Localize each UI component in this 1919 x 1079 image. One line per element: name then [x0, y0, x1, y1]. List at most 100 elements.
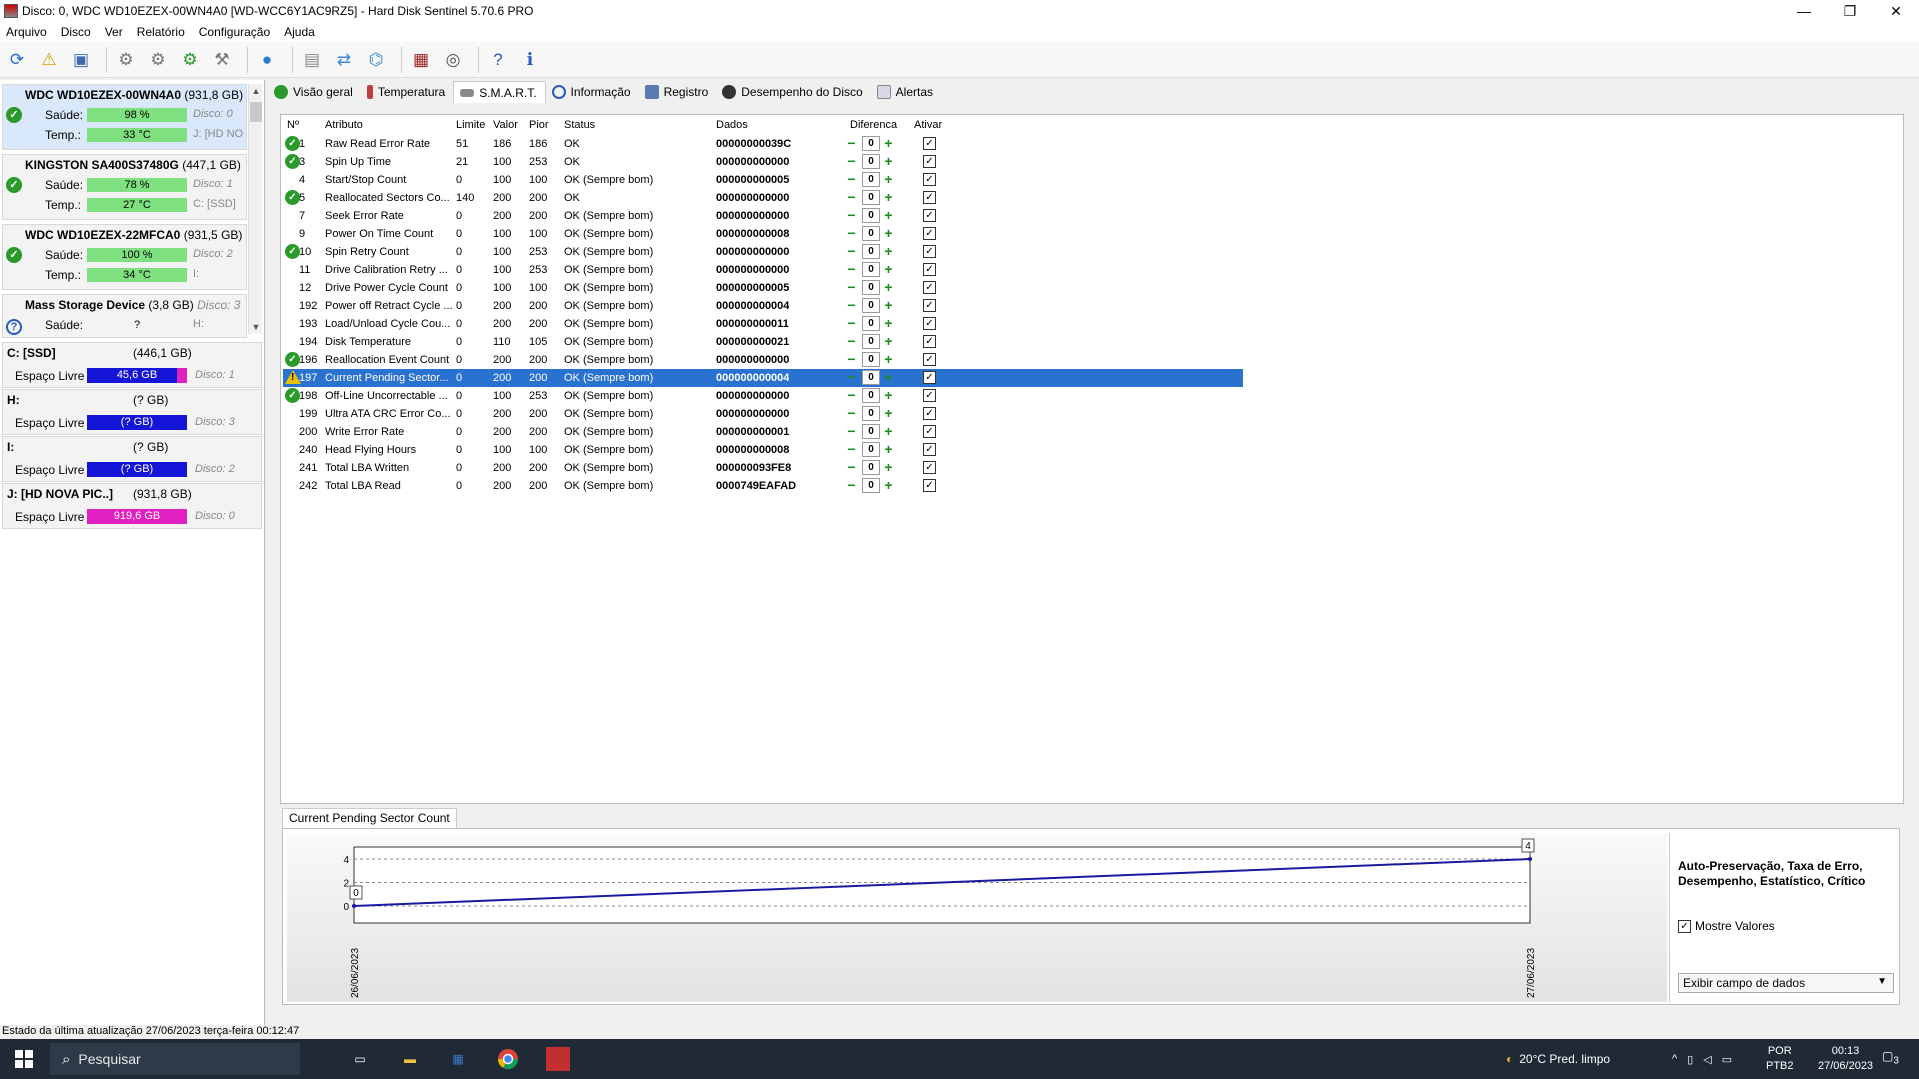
- plus-icon[interactable]: +: [882, 154, 895, 168]
- diff-input[interactable]: 0: [862, 460, 880, 475]
- plus-icon[interactable]: +: [882, 406, 895, 420]
- network-icon[interactable]: ▭: [1722, 1053, 1732, 1066]
- info-icon[interactable]: ℹ: [517, 47, 543, 73]
- network-icon[interactable]: ⌬: [363, 47, 389, 73]
- enable-checkbox[interactable]: ✓: [923, 299, 936, 312]
- menu-relatorio[interactable]: Relatório: [131, 25, 193, 39]
- language-indicator[interactable]: POR PTB2: [1766, 1044, 1794, 1074]
- data-field-select[interactable]: Exibir campo de dados ▼: [1678, 973, 1894, 993]
- plus-icon[interactable]: +: [882, 244, 895, 258]
- diff-input[interactable]: 0: [862, 316, 880, 331]
- chrome-icon[interactable]: [496, 1047, 520, 1071]
- scroll-down-icon[interactable]: ▼: [249, 320, 263, 334]
- enable-checkbox[interactable]: ✓: [923, 335, 936, 348]
- report-icon[interactable]: ▣: [68, 47, 94, 73]
- diff-input[interactable]: 0: [862, 262, 880, 277]
- plus-icon[interactable]: +: [882, 172, 895, 186]
- diff-input[interactable]: 0: [862, 154, 880, 169]
- diff-input[interactable]: 0: [862, 424, 880, 439]
- diff-input[interactable]: 0: [862, 226, 880, 241]
- table-row[interactable]: ✓ 5 Reallocated Sectors Co... 140 200 200 OK 00…: [283, 189, 1243, 207]
- device-icon[interactable]: ▯: [1687, 1053, 1693, 1066]
- enable-checkbox[interactable]: ✓: [923, 209, 936, 222]
- minus-icon[interactable]: −: [845, 442, 858, 456]
- table-row[interactable]: 199 Ultra ATA CRC Error Co... 0 200 200 OK (S…: [283, 405, 1243, 423]
- minus-icon[interactable]: −: [845, 226, 858, 240]
- table-row[interactable]: ✓ 3 Spin Up Time 21 100 253 OK 000000000000−0 + ✓: [283, 153, 1243, 171]
- diff-input[interactable]: 0: [862, 352, 880, 367]
- plus-icon[interactable]: +: [882, 478, 895, 492]
- table-row[interactable]: 193 Load/Unload Cycle Cou... 0 200 200 OK (Se…: [283, 315, 1243, 333]
- table-row[interactable]: 12 Drive Power Cycle Count 0 100 100 OK (Semp…: [283, 279, 1243, 297]
- chevron-up-icon[interactable]: ^: [1672, 1053, 1677, 1065]
- menu-arquivo[interactable]: Arquivo: [0, 25, 55, 39]
- minus-icon[interactable]: −: [845, 478, 858, 492]
- enable-checkbox[interactable]: ✓: [923, 155, 936, 168]
- globe-icon[interactable]: ●: [254, 47, 280, 73]
- close-button[interactable]: ✕: [1873, 0, 1919, 22]
- table-row[interactable]: 240 Head Flying Hours 0 100 100 OK (Sempre bo…: [283, 441, 1243, 459]
- table-row[interactable]: ✓ 1 Raw Read Error Rate 51 186 186 OK 000000000…: [283, 135, 1243, 153]
- hard-disk-sentinel-icon[interactable]: [546, 1047, 570, 1071]
- enable-checkbox[interactable]: ✓: [923, 245, 936, 258]
- minus-icon[interactable]: −: [845, 262, 858, 276]
- disk-ok-icon[interactable]: ⚙: [177, 47, 203, 73]
- partition-card[interactable]: J: [HD NOVA PIC..] (931,8 GB) Espaço Livr…: [2, 483, 262, 529]
- plus-icon[interactable]: +: [882, 190, 895, 204]
- help-icon[interactable]: ?: [485, 47, 511, 73]
- plus-icon[interactable]: +: [882, 370, 895, 384]
- diff-input[interactable]: 0: [862, 172, 880, 187]
- diff-input[interactable]: 0: [862, 298, 880, 313]
- plus-icon[interactable]: +: [882, 460, 895, 474]
- scroll-thumb[interactable]: [250, 102, 262, 122]
- disk-card[interactable]: WDC WD10EZEX-22MFCA0 (931,5 GB) ✓ Saúde:…: [2, 224, 247, 290]
- minus-icon[interactable]: −: [845, 334, 858, 348]
- enable-checkbox[interactable]: ✓: [923, 263, 936, 276]
- diff-input[interactable]: 0: [862, 334, 880, 349]
- settings-icon[interactable]: ◎: [440, 47, 466, 73]
- table-row[interactable]: 4 Start/Stop Count 0 100 100 OK (Sempre bom) 0…: [283, 171, 1243, 189]
- tab-smart[interactable]: S.M.A.R.T.: [453, 81, 546, 103]
- table-row[interactable]: 11 Drive Calibration Retry ... 0 100 253 OK (…: [283, 261, 1243, 279]
- minus-icon[interactable]: −: [845, 244, 858, 258]
- table-row[interactable]: ✓ 198 Off-Line Uncorrectable ... 0 100 253 OK …: [283, 387, 1243, 405]
- weather[interactable]: ◐ 20°C Pred. limpo: [1506, 1039, 1610, 1079]
- table-row[interactable]: 7 Seek Error Rate 0 200 200 OK (Sempre bom) 00…: [283, 207, 1243, 225]
- diff-input[interactable]: 0: [862, 136, 880, 151]
- minus-icon[interactable]: −: [845, 352, 858, 366]
- diff-input[interactable]: 0: [862, 478, 880, 493]
- enable-checkbox[interactable]: ✓: [923, 407, 936, 420]
- partition-card[interactable]: C: [SSD] (446,1 GB) Espaço Livre 45,6 GB …: [2, 342, 262, 388]
- partition-card[interactable]: H: (? GB) Espaço Livre (? GB) Disco: 3: [2, 389, 262, 435]
- tab-registro[interactable]: Registro: [639, 81, 717, 103]
- table-row[interactable]: 194 Disk Temperature 0 110 105 OK (Sempre bom…: [283, 333, 1243, 351]
- restore-button[interactable]: ❐: [1827, 0, 1873, 22]
- disk-card[interactable]: KINGSTON SA400S37480G (447,1 GB) ✓ Saúde…: [2, 154, 247, 220]
- table-row[interactable]: ✓ 196 Reallocation Event Count 0 200 200 OK (S…: [283, 351, 1243, 369]
- minus-icon[interactable]: −: [845, 460, 858, 474]
- minus-icon[interactable]: −: [845, 190, 858, 204]
- minus-icon[interactable]: −: [845, 172, 858, 186]
- enable-checkbox[interactable]: ✓: [923, 137, 936, 150]
- notification-icon[interactable]: ▢3: [1882, 1049, 1899, 1066]
- plus-icon[interactable]: +: [882, 226, 895, 240]
- calculator-icon[interactable]: ▦: [446, 1047, 470, 1071]
- minus-icon[interactable]: −: [845, 406, 858, 420]
- disk-list-scrollbar[interactable]: ▲ ▼: [248, 84, 262, 334]
- taskbar-search[interactable]: ⌕ Pesquisar: [50, 1043, 300, 1075]
- table-row[interactable]: 242 Total LBA Read 0 200 200 OK (Sempre bom) 0…: [283, 477, 1243, 495]
- plus-icon[interactable]: +: [882, 424, 895, 438]
- minus-icon[interactable]: −: [845, 136, 858, 150]
- diff-input[interactable]: 0: [862, 442, 880, 457]
- table-row[interactable]: 241 Total LBA Written 0 200 200 OK (Sempre bo…: [283, 459, 1243, 477]
- enable-checkbox[interactable]: ✓: [923, 425, 936, 438]
- diff-input[interactable]: 0: [862, 208, 880, 223]
- performance-icon[interactable]: ▦: [408, 47, 434, 73]
- enable-checkbox[interactable]: ✓: [923, 227, 936, 240]
- enable-checkbox[interactable]: ✓: [923, 443, 936, 456]
- diff-input[interactable]: 0: [862, 244, 880, 259]
- enable-checkbox[interactable]: ✓: [923, 173, 936, 186]
- disk-tool-icon[interactable]: ⚒: [209, 47, 235, 73]
- diff-input[interactable]: 0: [862, 388, 880, 403]
- enable-checkbox[interactable]: ✓: [923, 353, 936, 366]
